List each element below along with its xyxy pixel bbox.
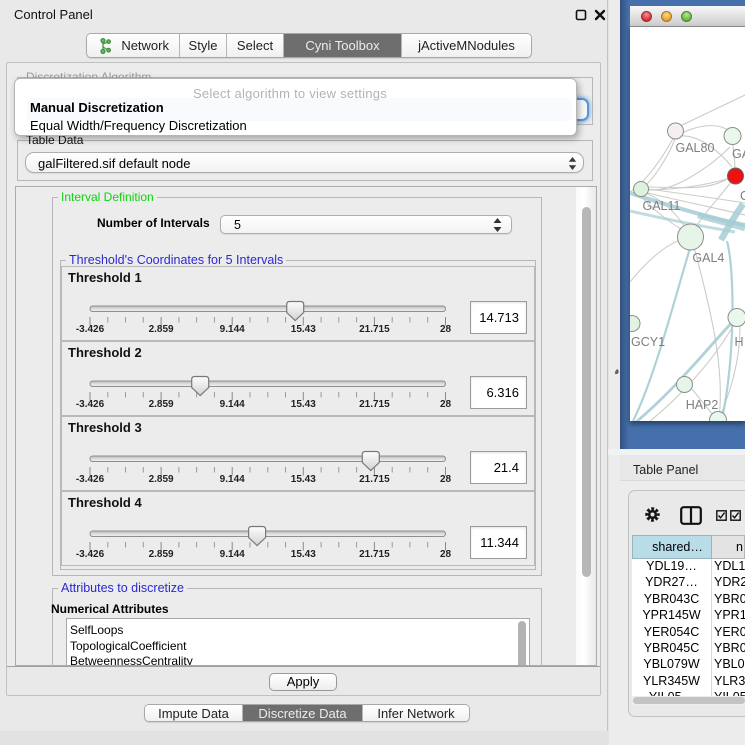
svg-text:2.859: 2.859 [149,549,174,560]
svg-text:GCY1: GCY1 [631,335,665,349]
svg-text:15.43: 15.43 [291,549,316,560]
svg-text:21.715: 21.715 [359,399,390,410]
svg-text:9.144: 9.144 [220,324,245,335]
svg-text:2.859: 2.859 [149,324,174,335]
svg-text:-3.426: -3.426 [76,549,105,560]
svg-text:2.859: 2.859 [149,399,174,410]
svg-text:9.144: 9.144 [220,474,245,485]
svg-text:-3.426: -3.426 [76,399,105,410]
svg-text:28: 28 [440,474,452,485]
svg-text:15.43: 15.43 [291,324,316,335]
svg-text:H: H [735,335,744,349]
svg-text:28: 28 [440,324,452,335]
svg-text:15.43: 15.43 [291,399,316,410]
svg-text:28: 28 [440,549,452,560]
svg-text:Threshold 2: Threshold 2 [68,345,142,360]
svg-text:9.144: 9.144 [220,549,245,560]
svg-text:21.715: 21.715 [359,474,390,485]
svg-text:GA: GA [732,147,745,161]
svg-text:28: 28 [440,399,452,410]
svg-text:-3.426: -3.426 [76,474,105,485]
svg-text:GAL4: GAL4 [692,251,724,265]
svg-text:C: C [740,189,745,203]
svg-text:2.859: 2.859 [149,474,174,485]
svg-text:Threshold 1: Threshold 1 [68,270,142,285]
svg-text:9.144: 9.144 [220,399,245,410]
svg-text:21.715: 21.715 [359,324,390,335]
svg-text:HAP2: HAP2 [686,398,719,412]
svg-text:Threshold 4: Threshold 4 [68,495,142,510]
svg-text:21.715: 21.715 [359,549,390,560]
svg-text:15.43: 15.43 [291,474,316,485]
svg-text:-3.426: -3.426 [76,324,105,335]
svg-text:GAL80: GAL80 [676,141,715,155]
svg-text:Threshold 3: Threshold 3 [68,420,142,435]
svg-text:GAL11: GAL11 [643,199,681,213]
